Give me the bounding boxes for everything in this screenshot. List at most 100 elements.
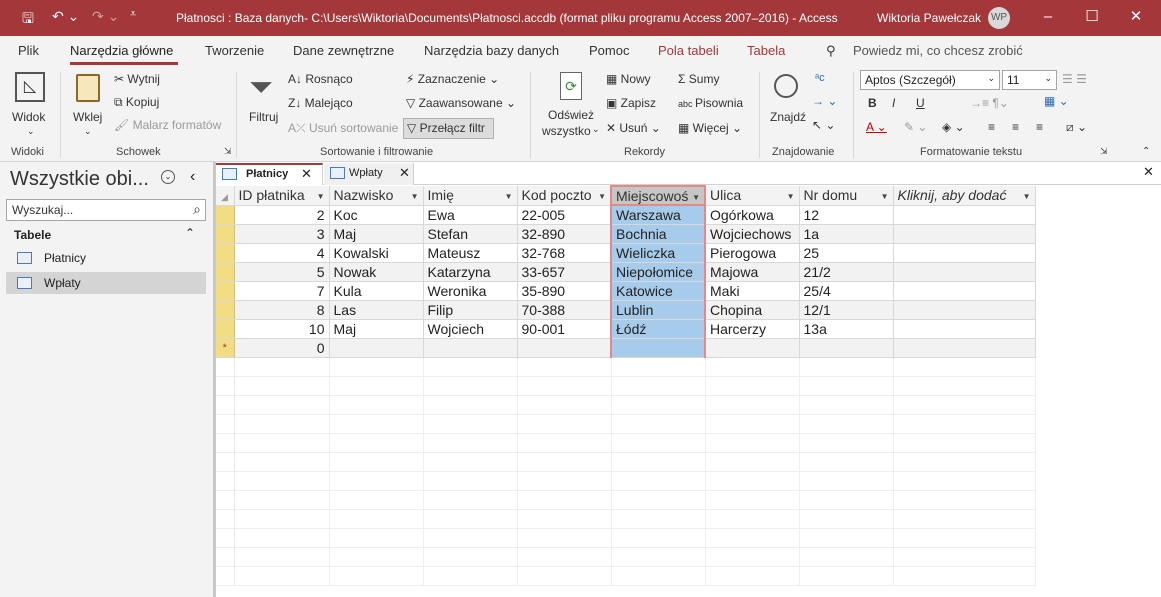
table-cell[interactable]: Maki: [705, 281, 800, 301]
align-right-icon[interactable]: ≡: [1036, 120, 1043, 134]
table-cell[interactable]: Wojciechows: [705, 224, 800, 244]
table-cell[interactable]: 70-388: [517, 300, 612, 320]
table-cell[interactable]: Warszawa: [610, 205, 706, 225]
table-row[interactable]: 8 Las Filip 70-388 Lublin Chopina 12/1: [216, 300, 1036, 320]
table-cell[interactable]: 1a: [799, 224, 894, 244]
bold-icon[interactable]: B: [868, 96, 877, 110]
col-header-nazwisko[interactable]: Nazwisko ▼: [329, 186, 424, 206]
avatar[interactable]: WP: [988, 7, 1010, 29]
save-record-button[interactable]: ▣ Zapisz: [606, 96, 656, 110]
table-cell[interactable]: Kula: [329, 281, 424, 301]
record-selector[interactable]: [216, 262, 235, 282]
underline-icon[interactable]: U: [916, 96, 925, 110]
table-cell[interactable]: [893, 319, 1036, 339]
table-cell[interactable]: [423, 338, 518, 358]
view-button[interactable]: ◺ Widok ⌄: [12, 70, 50, 140]
close-tab-icon[interactable]: ✕: [399, 165, 410, 181]
table-cell[interactable]: Lublin: [610, 300, 706, 320]
table-cell[interactable]: 25: [799, 243, 894, 263]
table-cell[interactable]: 35-890: [517, 281, 612, 301]
fill-color-icon[interactable]: ◈ ⌄: [942, 120, 965, 134]
table-cell[interactable]: 7: [234, 281, 330, 301]
sort-arrow-icon[interactable]: ▼: [411, 187, 419, 201]
doc-tab-platnicy[interactable]: Płatnicy ✕: [216, 163, 323, 185]
close-window-icon[interactable]: ✕: [1124, 6, 1148, 28]
new-record-button[interactable]: ▦ Nowy: [606, 72, 651, 86]
doc-tab-wplaty[interactable]: Wpłaty ✕: [324, 163, 414, 185]
paste-button[interactable]: Wklej ⌄: [70, 70, 106, 140]
table-cell[interactable]: [893, 262, 1036, 282]
table-cell[interactable]: Maj: [329, 319, 424, 339]
sort-descending-button[interactable]: Z↓ Malejąco: [288, 96, 353, 110]
table-cell[interactable]: [893, 338, 1036, 358]
sort-arrow-icon[interactable]: ▼: [598, 187, 606, 201]
table-cell[interactable]: [329, 338, 424, 358]
chevron-up-icon[interactable]: ⌃: [185, 226, 195, 240]
col-header-add-field[interactable]: Kliknij, aby dodać ▼: [893, 186, 1036, 206]
select-all-corner[interactable]: ◢: [216, 186, 235, 206]
font-color-icon[interactable]: A ⌄: [866, 120, 887, 134]
spelling-button[interactable]: abc Pisownia: [678, 96, 743, 110]
table-row[interactable]: 2 Koc Ewa 22-005 Warszawa Ogórkowa 12: [216, 205, 1036, 225]
goto-arrow-icon[interactable]: → ⌄: [812, 94, 837, 108]
table-cell[interactable]: 33-657: [517, 262, 612, 282]
table-cell[interactable]: 0: [234, 338, 330, 358]
table-cell[interactable]: [517, 338, 612, 358]
table-cell[interactable]: Weronika: [423, 281, 518, 301]
dialog-launcher-icon[interactable]: ⇲: [224, 146, 232, 157]
table-cell[interactable]: Niepołomice: [610, 262, 706, 282]
table-cell[interactable]: 25/4: [799, 281, 894, 301]
table-cell[interactable]: Maj: [329, 224, 424, 244]
bullets-icon[interactable]: ☰ ☰: [1062, 72, 1087, 86]
minimize-icon[interactable]: –: [1036, 6, 1060, 28]
table-cell[interactable]: 13a: [799, 319, 894, 339]
table-cell[interactable]: Wieliczka: [610, 243, 706, 263]
table-row[interactable]: 7 Kula Weronika 35-890 Katowice Maki 25/4: [216, 281, 1036, 301]
table-cell[interactable]: Bochnia: [610, 224, 706, 244]
user-name[interactable]: Wiktoria Pawełczak: [877, 11, 981, 25]
tab-plik[interactable]: Plik: [18, 43, 39, 58]
tab-external-data[interactable]: Dane zewnętrzne: [293, 43, 394, 58]
nav-menu-icon[interactable]: ⌄: [161, 170, 175, 184]
cut-button[interactable]: ✂ Wytnij: [114, 72, 160, 86]
table-cell[interactable]: Ewa: [423, 205, 518, 225]
clear-sort-button[interactable]: A⤫ Usuń sortowanie: [288, 121, 398, 136]
table-cell[interactable]: Kowalski: [329, 243, 424, 263]
table-cell[interactable]: Filip: [423, 300, 518, 320]
col-header-nr-domu[interactable]: Nr domu ▼: [799, 186, 894, 206]
tab-table-fields[interactable]: Pola tabeli: [658, 43, 719, 58]
tab-create[interactable]: Tworzenie: [205, 43, 264, 58]
col-header-id[interactable]: ID płatnika ▼: [234, 186, 330, 206]
close-document-icon[interactable]: ✕: [1143, 164, 1154, 180]
table-cell[interactable]: 8: [234, 300, 330, 320]
sort-ascending-button[interactable]: A↓ Rosnąco: [288, 72, 353, 86]
dialog-launcher-icon[interactable]: ⇲: [1100, 146, 1108, 157]
tab-table[interactable]: Tabela: [747, 43, 785, 58]
record-selector[interactable]: [216, 205, 235, 225]
record-selector[interactable]: [216, 243, 235, 263]
table-cell[interactable]: 12/1: [799, 300, 894, 320]
totals-button[interactable]: Σ Sumy: [678, 72, 719, 86]
table-cell[interactable]: [893, 281, 1036, 301]
table-row[interactable]: 4 Kowalski Mateusz 32-768 Wieliczka Pierogowa…: [216, 243, 1036, 263]
select-cursor-icon[interactable]: ↖ ⌄: [812, 118, 835, 132]
more-button[interactable]: ▦ Więcej ⌄: [678, 121, 742, 135]
save-icon[interactable]: 🖫: [22, 8, 34, 32]
col-header-kod[interactable]: Kod poczto ▼: [517, 186, 612, 206]
nav-pane-header[interactable]: Wszystkie obi...: [10, 168, 149, 191]
alt-row-color-icon[interactable]: ⧄ ⌄: [1066, 120, 1087, 135]
table-cell[interactable]: [799, 338, 894, 358]
nav-search-input[interactable]: Wyszukaj... ⌕: [6, 199, 206, 221]
collapse-nav-icon[interactable]: ‹: [190, 168, 195, 186]
sort-arrow-icon[interactable]: ▼: [881, 187, 889, 201]
table-cell[interactable]: Łódź: [610, 319, 706, 339]
table-row[interactable]: 10 Maj Wojciech 90-001 Łódź Harcerzy 13a: [216, 319, 1036, 339]
new-record-row[interactable]: * 0: [216, 338, 1036, 358]
format-painter-button[interactable]: 🖌 Malarz formatów: [114, 118, 221, 132]
table-cell[interactable]: Pierogowa: [705, 243, 800, 263]
table-cell[interactable]: Wojciech: [423, 319, 518, 339]
italic-icon[interactable]: I: [892, 96, 895, 110]
customize-qat-icon[interactable]: ⩡: [130, 8, 136, 21]
table-cell[interactable]: Mateusz: [423, 243, 518, 263]
sort-arrow-icon[interactable]: ▼: [787, 187, 795, 201]
